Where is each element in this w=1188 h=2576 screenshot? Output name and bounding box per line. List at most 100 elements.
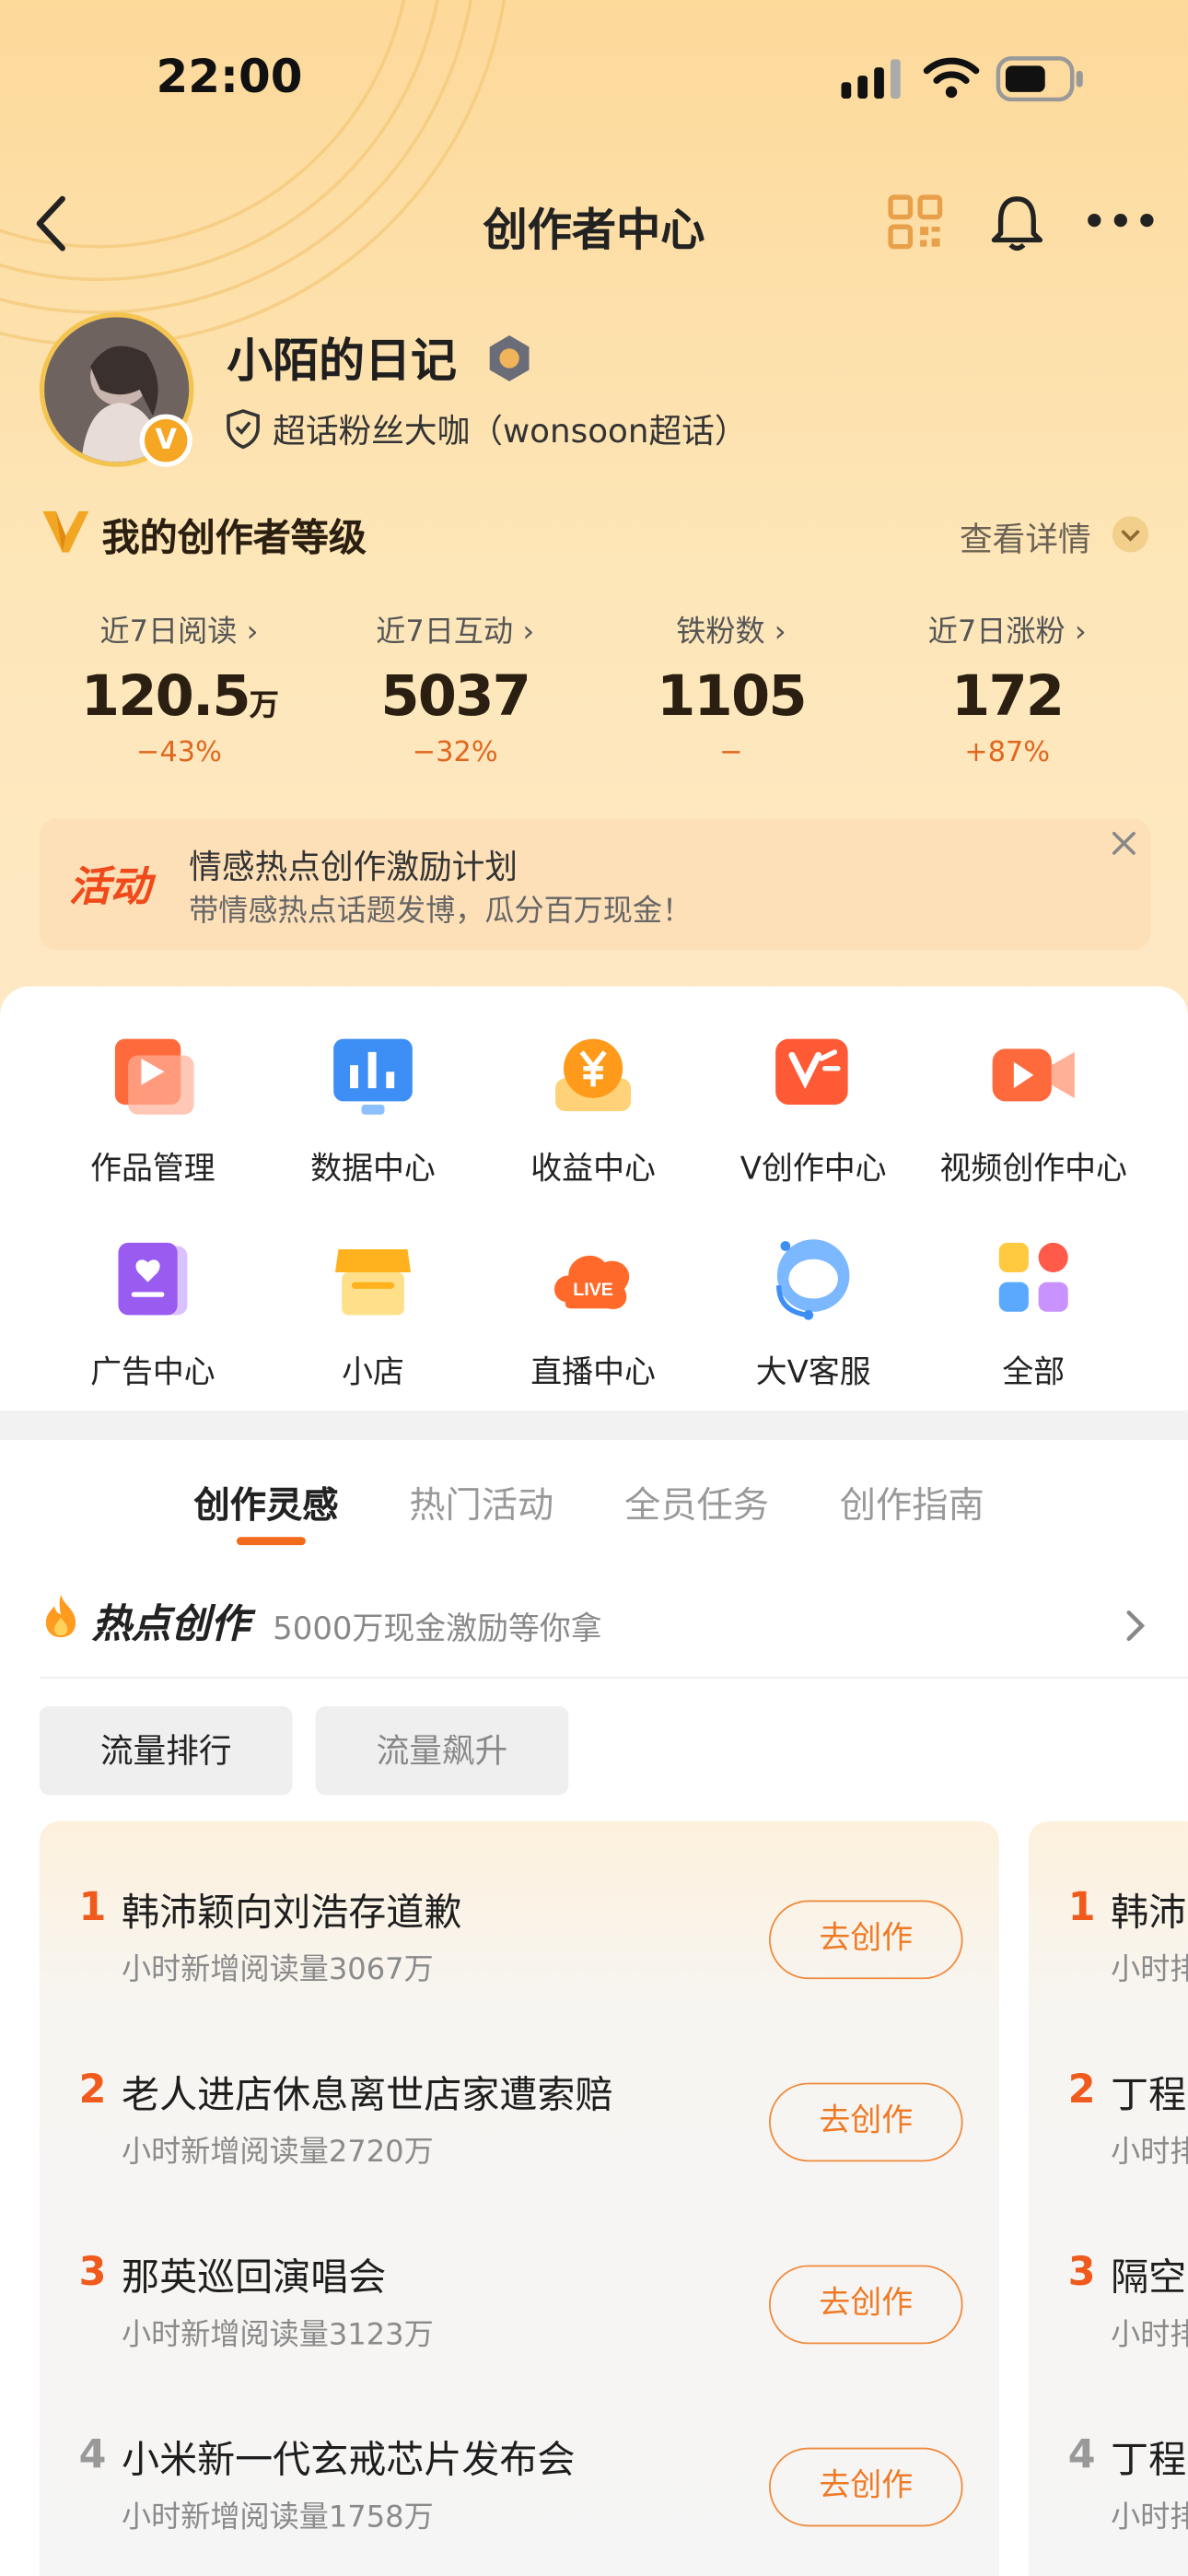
topic-reads: 小时新增阅读量3067万 [122, 1952, 434, 1988]
tab-creation-guide[interactable]: 创作指南 [840, 1476, 984, 1528]
topic-reads: 小时排 [1111, 2500, 1188, 2535]
tool-label: 直播中心 [530, 1354, 656, 1391]
tool-all[interactable]: 全部 [924, 1236, 1144, 1392]
stat-label: 近7日涨粉 › [927, 615, 1087, 650]
tool-data-center[interactable]: 数据中心 [262, 1032, 483, 1188]
stat-interactions[interactable]: 近7日互动 › 5037 −32% [316, 608, 595, 769]
shop-icon [334, 1248, 412, 1316]
topic-title: 小米新一代玄戒芯片发布会 [122, 2439, 576, 2483]
stat-number: 172 [951, 663, 1065, 731]
topic-title: 丁程 [1111, 2439, 1187, 2483]
video-camera-icon [992, 1048, 1075, 1102]
list-item[interactable]: 3 那英巡回演唱会 小时新增阅读量3123万 去创作 3 隔空 小时排 [0, 2206, 1188, 2370]
hot-creation-subtitle: 5000万现金激励等你拿 [273, 1610, 602, 1647]
tab-hot-activities[interactable]: 热门活动 [409, 1476, 553, 1528]
chip-traffic-ranking[interactable]: 流量排行 [39, 1705, 293, 1796]
bar-chart-icon [333, 1038, 413, 1115]
activity-tag: 活动 [68, 862, 152, 911]
tool-label: 数据中心 [310, 1150, 436, 1188]
stat-change: −43% [136, 736, 222, 770]
fan-title[interactable]: 超话粉丝大咖（wonsoon超话） [273, 404, 747, 452]
tool-ad-center[interactable]: 广告中心 [42, 1236, 262, 1392]
rank-number: 1 [1067, 1883, 1096, 1930]
topic-title: 韩沛颖向刘浩存道歉 [122, 1891, 462, 1936]
stat-unit: 万 [249, 688, 279, 724]
section-gap [0, 1410, 1188, 1440]
tab-all-member-tasks[interactable]: 全员任务 [624, 1476, 769, 1528]
tool-label: 大V客服 [755, 1354, 871, 1391]
stat-change: − [719, 736, 743, 770]
topic-reads: 小时新增阅读量1758万 [122, 2500, 434, 2535]
list-item[interactable]: 4 小米新一代玄戒芯片发布会 小时新增阅读量1758万 去创作 4 丁程 小时排 [0, 2388, 1188, 2552]
bell-icon[interactable] [989, 191, 1045, 253]
topic-title: 老人进店休息离世店家遭索赔 [122, 2074, 613, 2118]
tool-video-creation-center[interactable]: 视频创作中心 [924, 1032, 1144, 1188]
active-tab-indicator [236, 1537, 306, 1546]
creator-level-title[interactable]: 我的创作者等级 [102, 507, 367, 563]
status-time: 22:00 [156, 49, 303, 104]
chip-traffic-surging[interactable]: 流量飙升 [315, 1705, 569, 1796]
rank-number: 2 [1067, 2066, 1096, 2113]
rank-number: 2 [78, 2066, 107, 2113]
topic-title: 隔空 [1111, 2256, 1187, 2301]
tool-works-management[interactable]: 作品管理 [42, 1032, 262, 1188]
tool-live-center[interactable]: LIVE 直播中心 [483, 1236, 704, 1392]
create-button[interactable]: 去创作 [769, 2265, 963, 2345]
stat-number: 120.5 [80, 663, 251, 731]
stat-reads[interactable]: 近7日阅读 › 120.5万 −43% [40, 608, 319, 769]
stat-value: 5037 [316, 664, 595, 730]
cellular-signal-icon [841, 59, 901, 100]
stat-label: 近7日互动 › [376, 615, 535, 650]
rank-number: 4 [1067, 2430, 1096, 2477]
list-item[interactable]: 1 韩沛颖向刘浩存道歉 小时新增阅读量3067万 去创作 1 韩沛 小时排 [0, 1841, 1188, 2005]
ad-book-icon [118, 1242, 188, 1316]
rank-number: 3 [1067, 2248, 1096, 2295]
hot-creation-title[interactable]: 热点创作 [92, 1591, 250, 1648]
tool-v-creation-center[interactable]: V创作中心 [704, 1032, 924, 1188]
yen-coin-icon [555, 1038, 632, 1112]
battery-icon [996, 56, 1083, 102]
topic-title: 那英巡回演唱会 [122, 2256, 387, 2301]
tool-shop[interactable]: 小店 [262, 1236, 483, 1392]
all-grid-icon [998, 1242, 1068, 1312]
tool-bigv-support[interactable]: 大V客服 [704, 1236, 924, 1392]
live-icon: LIVE [554, 1255, 630, 1309]
topic-reads: 小时新增阅读量2720万 [122, 2135, 434, 2171]
divider [39, 1676, 1188, 1679]
level-medal-icon[interactable] [486, 334, 532, 383]
chevron-down-icon[interactable] [1111, 514, 1150, 554]
tool-revenue-center[interactable]: 收益中心 [483, 1032, 704, 1188]
stat-iron-fans[interactable]: 铁粉数 › 1105 − [591, 608, 870, 769]
create-button[interactable]: 去创作 [769, 2447, 963, 2527]
list-item[interactable]: 2 老人进店休息离世店家遭索赔 小时新增阅读量2720万 去创作 2 丁程 小时… [0, 2023, 1188, 2187]
username[interactable]: 小陌的日记 [227, 325, 457, 391]
view-details-link[interactable]: 查看详情 [960, 513, 1091, 561]
tool-label: 全部 [1002, 1354, 1066, 1391]
topic-title: 丁程 [1111, 2074, 1187, 2118]
stat-new-fans[interactable]: 近7日涨粉 › 172 +87% [868, 608, 1147, 769]
stat-number: 5037 [380, 663, 530, 731]
rank-number: 1 [78, 1883, 107, 1930]
more-icon[interactable] [1085, 210, 1158, 229]
tool-label: 收益中心 [530, 1150, 656, 1188]
fire-icon [45, 1594, 76, 1638]
headset-robot-icon [776, 1239, 850, 1320]
rank-number: 3 [78, 2248, 107, 2295]
v-level-icon [42, 510, 89, 553]
close-icon[interactable] [1111, 830, 1137, 857]
stat-change: −32% [412, 736, 498, 770]
topic-reads: 小时新增阅读量3123万 [122, 2317, 434, 2353]
chevron-right-icon[interactable] [1124, 1608, 1147, 1644]
tool-label: 广告中心 [90, 1354, 215, 1391]
create-button[interactable]: 去创作 [769, 2082, 963, 2162]
topic-reads: 小时排 [1111, 2317, 1188, 2353]
v-creation-icon [775, 1038, 848, 1105]
tool-label: 作品管理 [90, 1150, 215, 1188]
activity-subtitle: 带情感热点话题发博，瓜分百万现金！ [189, 894, 693, 930]
qr-code-icon[interactable] [887, 194, 943, 251]
activity-title[interactable]: 情感热点创作激励计划 [189, 840, 518, 888]
create-button[interactable]: 去创作 [769, 1900, 963, 1980]
stat-label: 铁粉数 › [676, 615, 786, 650]
tab-creative-inspiration[interactable]: 创作灵感 [194, 1476, 339, 1528]
rank-number: 4 [78, 2430, 107, 2477]
